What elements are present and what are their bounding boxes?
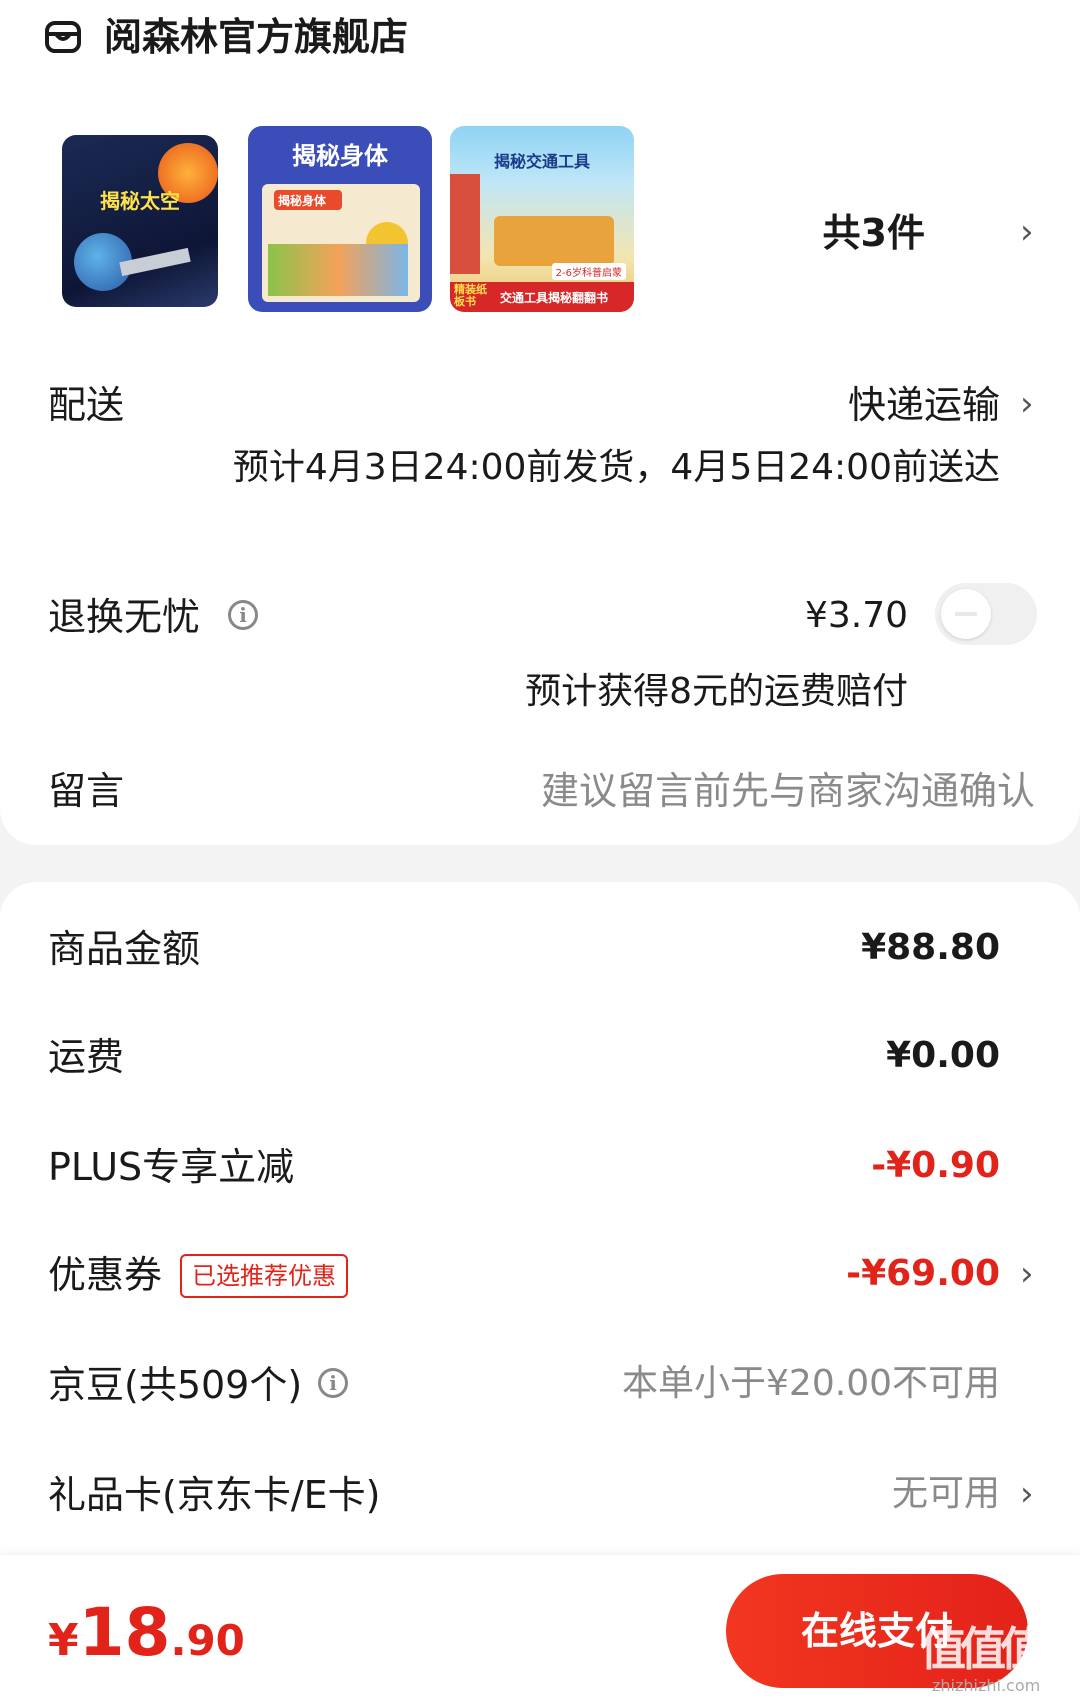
product-image-space[interactable]: 揭秘太空 (62, 135, 218, 307)
goods-amount-value: ¥88.80 (861, 927, 1000, 968)
book-title: 揭秘交通工具 (493, 152, 590, 171)
plus-discount-value: -¥0.90 (871, 1145, 1000, 1186)
return-insurance-label: 退换无忧 (48, 595, 201, 639)
item-count[interactable]: 共3件 (823, 210, 925, 256)
plus-discount-label: PLUS专享立减 (48, 1145, 295, 1189)
shipping-value: ¥0.00 (886, 1035, 1000, 1076)
product-image-vehicles[interactable]: 揭秘交通工具 精装纸板书 交通工具揭秘翻翻书 2-6岁科普启蒙 (450, 126, 634, 312)
message-label: 留言 (48, 769, 125, 813)
chevron-right-icon[interactable]: › (1020, 212, 1034, 252)
delivery-estimate: 预计4月3日24:00前发货，4月5日24:00前送达 (232, 447, 1000, 488)
info-icon[interactable]: i (228, 600, 258, 630)
coupon-value[interactable]: -¥69.00 (846, 1252, 1000, 1296)
watermark-url: zhizhizhi.com (932, 1676, 1041, 1695)
delivery-method[interactable]: 快递运输 (848, 382, 1000, 428)
delivery-label: 配送 (48, 383, 125, 427)
book-age: 2-6岁科普启蒙 (551, 263, 626, 280)
book-title: 揭秘太空 (100, 189, 180, 213)
goods-amount-label: 商品金额 (48, 927, 201, 971)
return-insurance-note: 预计获得8元的运费赔付 (525, 671, 908, 712)
shop-name[interactable]: 阅森林官方旗舰店 (104, 14, 408, 60)
return-insurance-toggle[interactable] (935, 583, 1037, 645)
watermark-logo: 值值值 (920, 1622, 1046, 1676)
gift-card-label: 礼品卡(京东卡/E卡) (48, 1473, 381, 1517)
shipping-label: 运费 (48, 1035, 125, 1079)
total-int: 18 (78, 1594, 171, 1671)
total-dec: .90 (170, 1616, 245, 1665)
info-icon[interactable]: i (318, 1368, 348, 1398)
book-band: 交通工具揭秘翻翻书 (500, 291, 609, 305)
product-image-body[interactable]: 揭秘身体 揭秘身体 (248, 126, 432, 312)
coupon-label: 优惠券 (48, 1253, 163, 1297)
jingdou-label: 京豆(共509个) (48, 1363, 303, 1407)
chevron-right-icon[interactable]: › (1020, 1474, 1034, 1514)
book-title: 揭秘身体 (292, 142, 388, 170)
chevron-right-icon[interactable]: › (1020, 384, 1034, 424)
chevron-right-icon[interactable]: › (1020, 1254, 1034, 1294)
return-insurance-price: ¥3.70 (804, 595, 908, 636)
total-price: ¥18.90 (48, 1594, 245, 1671)
currency-symbol: ¥ (48, 1615, 79, 1666)
message-input[interactable]: 建议留言前先与商家沟通确认 (541, 768, 1035, 814)
jingdou-value: 本单小于¥20.00不可用 (622, 1363, 1000, 1404)
shop-icon (45, 21, 81, 53)
book-subtitle: 揭秘身体 (278, 194, 327, 208)
book-tag: 精装纸板书 (454, 283, 487, 308)
coupon-badge: 已选推荐优惠 (180, 1254, 348, 1298)
gift-card-value[interactable]: 无可用 (892, 1472, 1000, 1516)
